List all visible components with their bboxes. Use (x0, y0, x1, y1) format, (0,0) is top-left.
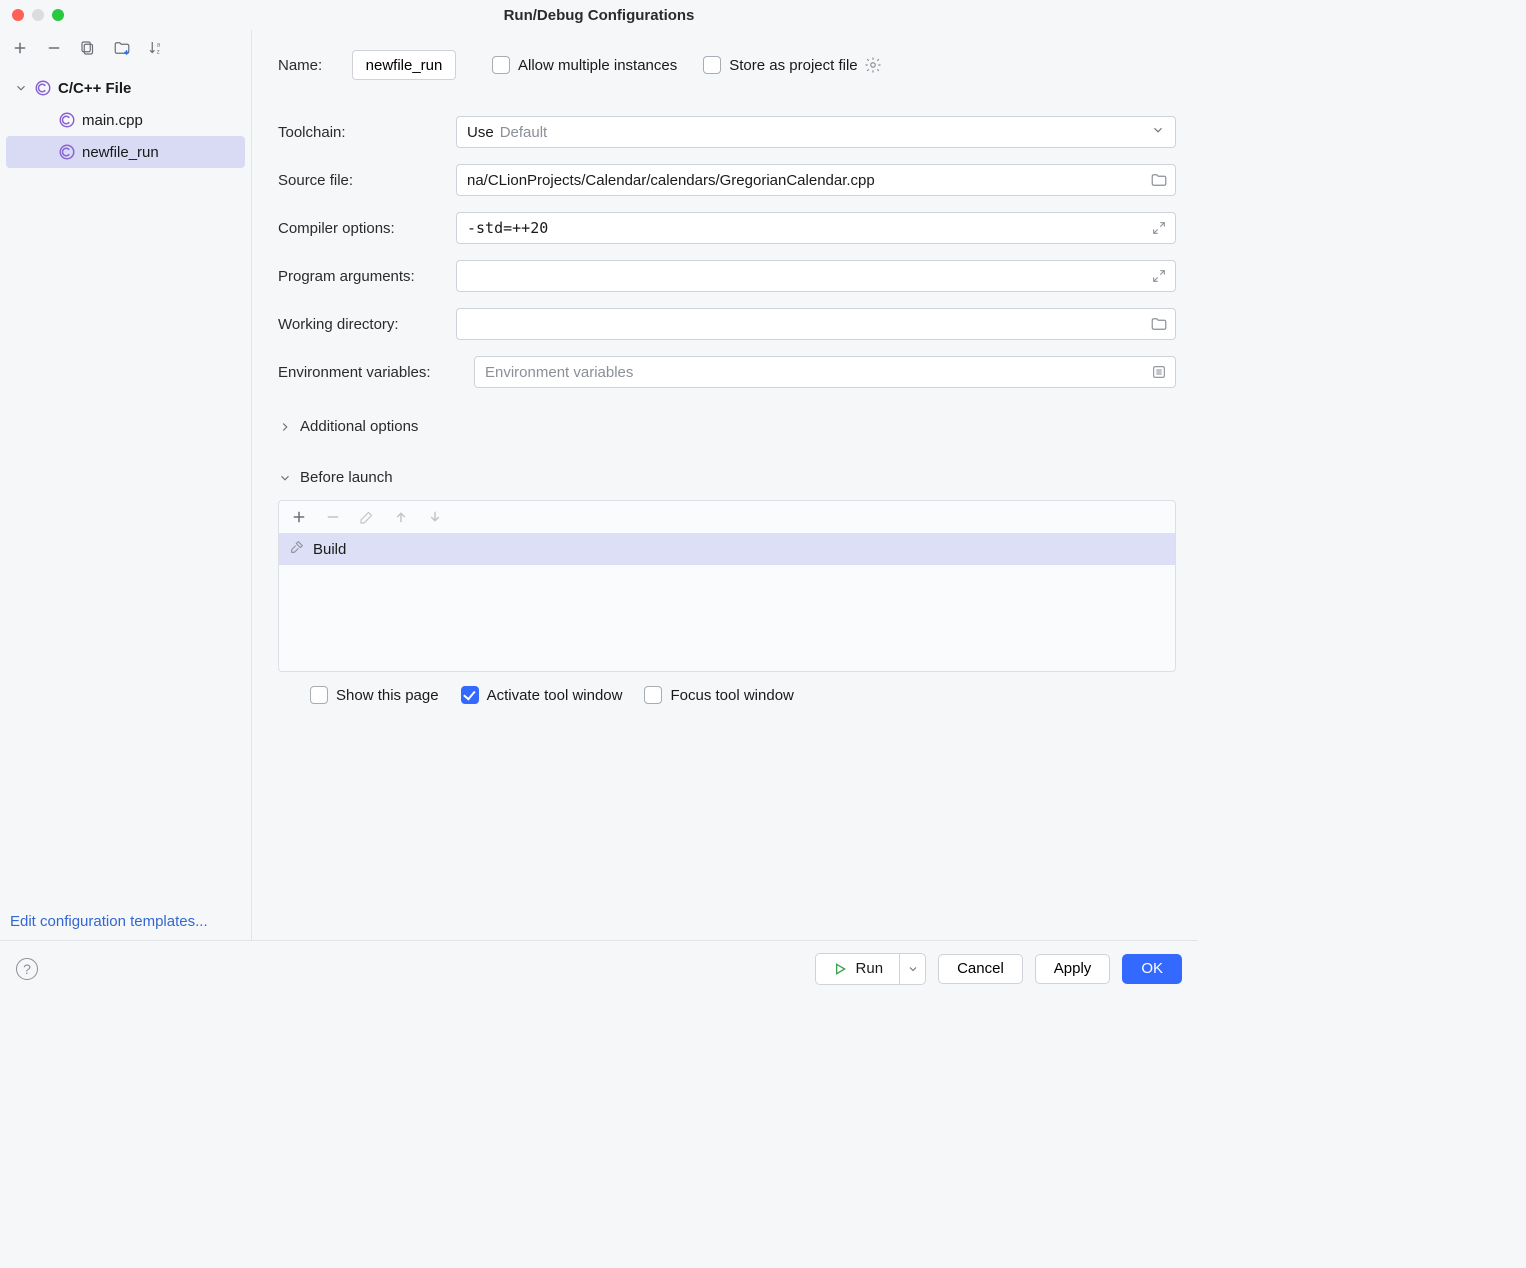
show-page-checkbox[interactable]: Show this page (310, 686, 439, 704)
chevron-down-icon (1151, 123, 1165, 141)
program-arguments-input[interactable] (456, 260, 1176, 292)
checkbox-icon (310, 686, 328, 704)
allow-multiple-label: Allow multiple instances (518, 57, 677, 74)
close-window-button[interactable] (12, 9, 24, 21)
tree-item-label: newfile_run (82, 144, 159, 161)
chevron-down-icon (278, 471, 292, 485)
expand-icon[interactable] (1150, 219, 1168, 237)
config-form: Name: Allow multiple instances Store as … (252, 30, 1198, 940)
name-label: Name: (278, 57, 352, 74)
maximize-window-button[interactable] (52, 9, 64, 21)
folder-icon[interactable] (1150, 171, 1168, 189)
ok-button[interactable]: OK (1122, 954, 1182, 984)
source-file-label: Source file: (278, 172, 456, 189)
ccpp-icon (58, 111, 76, 129)
add-task-button[interactable] (289, 507, 309, 527)
move-up-button[interactable] (391, 507, 411, 527)
folder-icon[interactable] (1150, 315, 1168, 333)
checkbox-icon (492, 56, 510, 74)
env-vars-label: Environment variables: (278, 364, 474, 381)
ccpp-icon (34, 79, 52, 97)
before-launch-header[interactable]: Before launch (278, 469, 1176, 486)
hammer-icon (289, 539, 305, 559)
additional-options-header[interactable]: Additional options (278, 418, 1176, 435)
before-launch-item-build[interactable]: Build (279, 533, 1175, 565)
tree-item-newfile-run[interactable]: newfile_run (6, 136, 245, 168)
run-button-group: Run (815, 953, 927, 985)
working-directory-label: Working directory: (278, 316, 456, 333)
window-title: Run/Debug Configurations (0, 7, 1198, 24)
store-project-checkbox[interactable]: Store as project file (703, 56, 857, 74)
add-config-button[interactable] (10, 38, 30, 58)
allow-multiple-checkbox[interactable]: Allow multiple instances (492, 56, 677, 74)
toolchain-use: Use (467, 124, 494, 141)
minimize-window-button[interactable] (32, 9, 44, 21)
name-input[interactable] (352, 50, 456, 80)
run-button[interactable]: Run (816, 954, 900, 984)
sort-alpha-button[interactable]: az (146, 38, 166, 58)
show-page-label: Show this page (336, 687, 439, 704)
store-project-label: Store as project file (729, 57, 857, 74)
edit-templates-link[interactable]: Edit configuration templates... (0, 903, 251, 940)
tree-item-label: main.cpp (82, 112, 143, 129)
list-icon[interactable] (1150, 363, 1168, 381)
toolchain-default: Default (500, 124, 548, 141)
ccpp-icon (58, 143, 76, 161)
remove-task-button[interactable] (323, 507, 343, 527)
svg-text:z: z (157, 49, 160, 55)
tree-item-main-cpp[interactable]: main.cpp (0, 104, 251, 136)
checkbox-icon (644, 686, 662, 704)
working-directory-input[interactable] (456, 308, 1176, 340)
svg-text:a: a (157, 43, 161, 49)
tree-group-label: C/C++ File (58, 80, 131, 97)
cancel-button[interactable]: Cancel (938, 954, 1023, 984)
before-launch-list: Build (278, 500, 1176, 672)
chevron-down-icon (14, 81, 28, 95)
gear-icon[interactable] (864, 56, 882, 74)
folder-add-button[interactable] (112, 38, 132, 58)
title-bar: Run/Debug Configurations (0, 0, 1198, 30)
move-down-button[interactable] (425, 507, 445, 527)
sidebar: az C/C++ File main.cpp (0, 30, 252, 940)
tree-group-ccpp-file[interactable]: C/C++ File (0, 72, 251, 104)
toolchain-label: Toolchain: (278, 124, 456, 141)
compiler-options-label: Compiler options: (278, 220, 456, 237)
expand-icon[interactable] (1150, 267, 1168, 285)
activate-tool-checkbox[interactable]: Activate tool window (461, 686, 623, 704)
apply-button[interactable]: Apply (1035, 954, 1111, 984)
compiler-options-input[interactable] (456, 212, 1176, 244)
chevron-right-icon (278, 420, 292, 434)
help-button[interactable]: ? (16, 958, 38, 980)
edit-task-button[interactable] (357, 507, 377, 527)
focus-tool-checkbox[interactable]: Focus tool window (644, 686, 793, 704)
remove-config-button[interactable] (44, 38, 64, 58)
before-launch-item-label: Build (313, 541, 346, 558)
env-vars-input[interactable] (474, 356, 1176, 388)
before-launch-label: Before launch (300, 469, 393, 486)
activate-tool-label: Activate tool window (487, 687, 623, 704)
source-file-input[interactable] (456, 164, 1176, 196)
focus-tool-label: Focus tool window (670, 687, 793, 704)
run-label: Run (856, 960, 884, 977)
toolchain-dropdown[interactable]: Use Default (456, 116, 1176, 148)
checkbox-icon (703, 56, 721, 74)
copy-config-button[interactable] (78, 38, 98, 58)
dialog-footer: ? Run Cancel Apply OK (0, 940, 1198, 996)
additional-options-label: Additional options (300, 418, 418, 435)
run-dropdown-button[interactable] (899, 954, 925, 984)
program-arguments-label: Program arguments: (278, 268, 456, 285)
checkbox-checked-icon (461, 686, 479, 704)
